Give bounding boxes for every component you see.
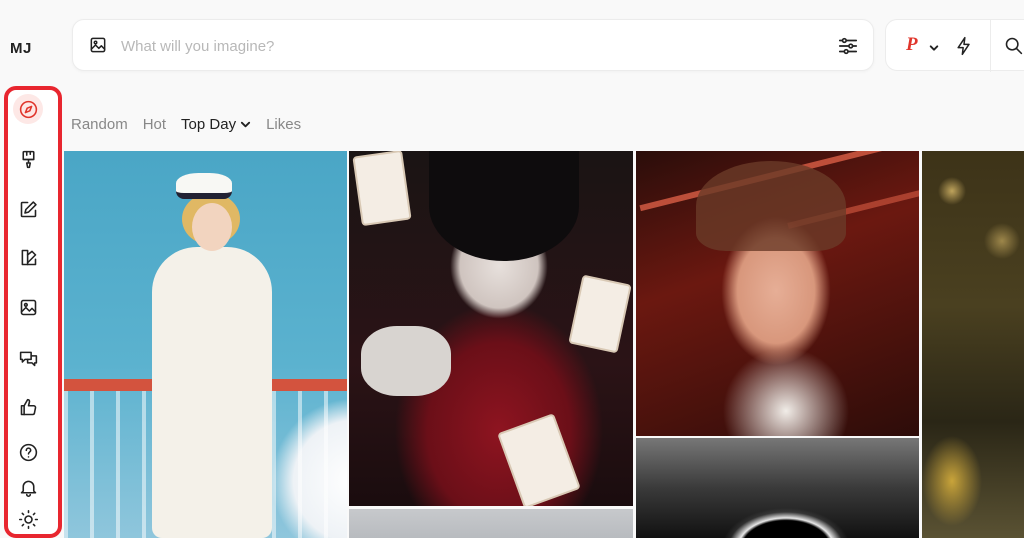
tab-top-day[interactable]: Top Day bbox=[181, 116, 236, 133]
compass-icon bbox=[19, 100, 37, 118]
sidebar-item-gallery[interactable] bbox=[13, 292, 43, 322]
tab-hot[interactable]: Hot bbox=[143, 116, 166, 133]
gallery-image-smiling-woman[interactable] bbox=[636, 151, 919, 436]
imagine-input[interactable] bbox=[121, 34, 821, 58]
sidebar-item-explore[interactable] bbox=[13, 94, 43, 124]
header-actions: P bbox=[885, 19, 1024, 72]
sidebar-item-organize[interactable] bbox=[13, 242, 43, 272]
image-icon bbox=[20, 299, 36, 315]
app-logo[interactable]: MJ bbox=[10, 40, 32, 57]
organize-icon bbox=[21, 249, 36, 265]
feed-tabs: Random Hot Top Day Likes bbox=[71, 116, 316, 133]
chat-icon bbox=[19, 351, 37, 366]
image-upload-icon[interactable] bbox=[88, 35, 108, 55]
chevron-down-icon[interactable] bbox=[929, 40, 939, 51]
paintbrush-icon bbox=[21, 150, 35, 168]
settings-sliders-icon[interactable] bbox=[837, 35, 859, 57]
chevron-down-icon[interactable] bbox=[240, 119, 251, 130]
sidebar-item-notifications[interactable] bbox=[13, 472, 43, 502]
sidebar-item-chat[interactable] bbox=[13, 343, 43, 373]
sidebar-item-likes[interactable] bbox=[13, 392, 43, 422]
sidebar-item-help[interactable] bbox=[13, 437, 43, 467]
sidebar-item-theme[interactable] bbox=[13, 504, 43, 534]
help-icon bbox=[19, 443, 37, 461]
sidebar bbox=[4, 86, 62, 538]
gallery-image-sailor-woman[interactable] bbox=[64, 151, 347, 538]
search-bar bbox=[72, 19, 874, 71]
tab-random[interactable]: Random bbox=[71, 116, 128, 133]
pencil-icon bbox=[20, 200, 37, 217]
sun-icon bbox=[18, 509, 38, 529]
gallery-image-card-dealer[interactable] bbox=[349, 151, 633, 506]
lightning-icon[interactable] bbox=[954, 35, 974, 57]
bell-icon bbox=[20, 480, 36, 497]
gallery-image-partial[interactable] bbox=[349, 509, 633, 538]
gallery-image-forest[interactable] bbox=[922, 151, 1024, 538]
gallery-image-eclipse[interactable] bbox=[636, 438, 919, 538]
sidebar-item-create[interactable] bbox=[13, 144, 43, 174]
tab-likes[interactable]: Likes bbox=[266, 116, 301, 133]
thumbs-up-icon bbox=[20, 398, 36, 415]
search-icon[interactable] bbox=[1003, 35, 1024, 56]
profile-button[interactable]: P bbox=[906, 34, 918, 56]
divider bbox=[990, 20, 991, 72]
sidebar-item-edit[interactable] bbox=[13, 194, 43, 224]
